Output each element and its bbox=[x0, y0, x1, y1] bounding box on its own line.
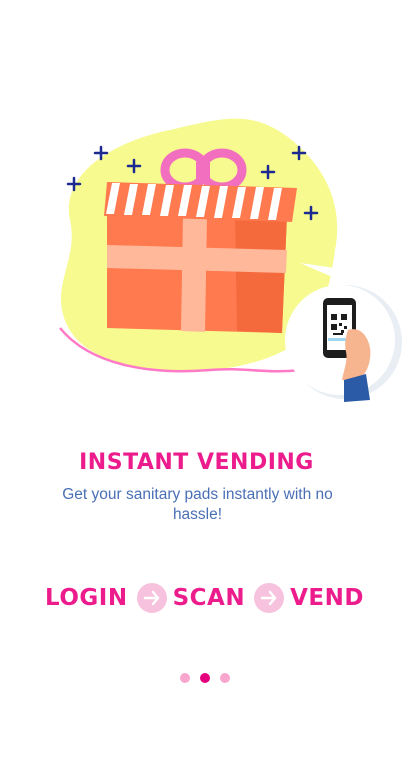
page-dot-3[interactable] bbox=[220, 673, 230, 683]
gift-box-icon bbox=[104, 182, 297, 333]
gift-illustration bbox=[59, 118, 402, 402]
page-dot-2-active[interactable] bbox=[200, 673, 210, 683]
page-title: INSTANT VENDING bbox=[79, 450, 314, 475]
arrow-right-icon bbox=[136, 583, 167, 613]
step-login-label: LOGIN bbox=[45, 585, 128, 611]
step-scan-label: SCAN bbox=[172, 585, 246, 611]
page-dot-1[interactable] bbox=[180, 673, 190, 683]
onboarding-screen: INSTANT VENDING Get your sanitary pads i… bbox=[0, 0, 419, 758]
page-indicator bbox=[0, 673, 410, 683]
step-vend-label: VEND bbox=[290, 585, 364, 611]
phone-scan-icon bbox=[285, 285, 402, 402]
page-subtitle: Get your sanitary pads instantly with no… bbox=[62, 486, 333, 523]
steps-row: LOGIN SCAN VEND bbox=[0, 578, 419, 618]
arrow-right-icon bbox=[254, 583, 285, 613]
